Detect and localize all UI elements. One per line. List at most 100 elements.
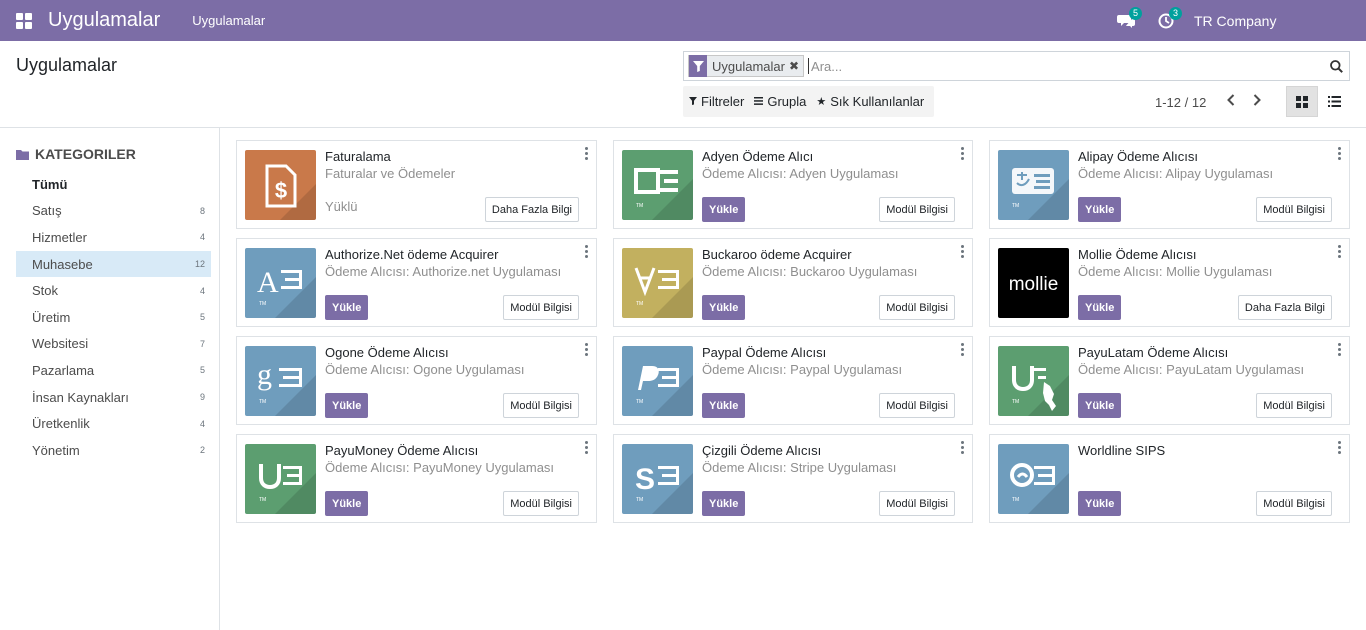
search-facet[interactable]: Uygulamalar ✖ — [688, 55, 805, 77]
app-card-invoicing[interactable]: $ Faturalama Faturalar ve Ödemeler Yüklü… — [236, 140, 597, 229]
learn-more-button[interactable]: Daha Fazla Bilgi — [484, 197, 579, 222]
module-info-button[interactable]: Modül Bilgisi — [503, 491, 579, 516]
install-button[interactable]: Yükle — [325, 393, 369, 418]
app-card-buckaroo[interactable]: TM Buckaroo ödeme Acquirer Ödeme Alıcısı… — [613, 238, 973, 327]
app-brand[interactable]: Uygulamalar — [48, 9, 160, 32]
more-options-icon[interactable] — [1335, 343, 1343, 356]
app-name: Ogone Ödeme Alıcısı — [325, 345, 449, 360]
ogone-icon: g TM — [245, 346, 316, 416]
pager-value[interactable]: 1-12 / 12 — [1155, 95, 1206, 110]
menu-item-apps[interactable]: Uygulamalar — [192, 13, 265, 28]
install-button[interactable]: Yükle — [1078, 295, 1122, 320]
sidebar-item-hr[interactable]: İnsan Kaynakları 9 — [16, 384, 211, 411]
pager-next-icon[interactable] — [1244, 93, 1270, 111]
install-button[interactable]: Yükle — [702, 295, 746, 320]
app-card-authorize[interactable]: A TM Authorize.Net ödeme Acquirer Ödeme A… — [236, 238, 597, 327]
install-button[interactable]: Yükle — [702, 393, 746, 418]
module-info-button[interactable]: Modül Bilgisi — [1256, 491, 1332, 516]
search-icon[interactable] — [1323, 59, 1349, 73]
svg-text:TM: TM — [636, 301, 643, 307]
top-navbar: Uygulamalar Uygulamalar 5 3 TR Company — [0, 0, 1366, 45]
app-card-payumoney[interactable]: TM PayuMoney Ödeme Alıcısı Ödeme Alıcısı… — [236, 434, 597, 523]
more-options-icon[interactable] — [958, 245, 966, 258]
more-options-icon[interactable] — [958, 147, 966, 160]
svg-text:TM: TM — [1012, 399, 1019, 405]
svg-text:$: $ — [275, 178, 287, 203]
app-card-worldline[interactable]: TM Worldline SIPS Yükle Modül Bilgisi — [989, 434, 1350, 523]
learn-more-button[interactable]: Daha Fazla Bilgi — [1237, 295, 1332, 320]
sidebar-item-label: İnsan Kaynakları — [32, 389, 129, 405]
app-card-alipay[interactable]: TM Alipay Ödeme Alıcısı Ödeme Alıcısı: A… — [989, 140, 1350, 229]
favorites-dropdown[interactable]: ★ Sık Kullanılanlar — [816, 94, 924, 109]
module-info-button[interactable]: Modül Bilgisi — [879, 491, 955, 516]
module-info-button[interactable]: Modül Bilgisi — [503, 393, 579, 418]
activities-button[interactable]: 3 — [1146, 0, 1186, 41]
more-options-icon[interactable] — [1335, 441, 1343, 454]
group-by-dropdown[interactable]: Grupla — [754, 94, 806, 109]
sidebar-item-manufacturing[interactable]: Üretim 5 — [16, 304, 211, 331]
sidebar-item-sales[interactable]: Satış 8 — [16, 198, 211, 225]
sidebar-item-website[interactable]: Websitesi 7 — [16, 331, 211, 358]
install-button[interactable]: Yükle — [702, 491, 746, 516]
install-button[interactable]: Yükle — [1078, 393, 1122, 418]
more-options-icon[interactable] — [582, 147, 590, 160]
app-card-mollie[interactable]: mollie Mollie Ödeme Alıcısı Ödeme Alıcıs… — [989, 238, 1350, 327]
mollie-logo: mollie — [998, 248, 1069, 318]
app-summary: Ödeme Alıcısı: PayuMoney Uygulaması — [325, 460, 555, 475]
more-options-icon[interactable] — [958, 343, 966, 356]
install-button[interactable]: Yükle — [325, 491, 369, 516]
facet-close-icon[interactable]: ✖ — [789, 59, 803, 73]
messages-button[interactable]: 5 — [1106, 0, 1146, 41]
sidebar-item-inventory[interactable]: Stok 4 — [16, 277, 211, 304]
install-button[interactable]: Yükle — [325, 295, 369, 320]
module-info-button[interactable]: Modül Bilgisi — [879, 295, 955, 320]
category-list: Tümü Satış 8 Hizmetler 4 Muhasebe 12 Stok 4 … — [16, 171, 211, 464]
installed-label: Yüklü — [325, 199, 358, 214]
kanban-view-button[interactable] — [1286, 86, 1318, 117]
sidebar-item-administration[interactable]: Yönetim 2 — [16, 437, 211, 464]
module-info-button[interactable]: Modül Bilgisi — [1256, 393, 1332, 418]
app-card-paypal[interactable]: TM Paypal Ödeme Alıcısı Ödeme Alıcısı: P… — [613, 336, 973, 425]
sidebar-item-all[interactable]: Tümü — [16, 171, 211, 198]
app-name: PayuMoney Ödeme Alıcısı — [325, 443, 479, 458]
pager-previous-icon[interactable] — [1218, 93, 1244, 111]
module-info-button[interactable]: Modül Bilgisi — [879, 393, 955, 418]
sidebar-item-marketing[interactable]: Pazarlama 5 — [16, 357, 211, 384]
sidebar-item-accounting[interactable]: Muhasebe 12 — [16, 250, 211, 278]
install-button[interactable]: Yükle — [702, 197, 746, 222]
sidebar-item-count: 4 — [199, 232, 205, 243]
app-card-payulatam[interactable]: TM PayuLatam Ödeme Alıcısı Ödeme Alıcısı… — [989, 336, 1350, 425]
module-info-button[interactable]: Modül Bilgisi — [503, 295, 579, 320]
more-options-icon[interactable] — [1335, 245, 1343, 258]
sidebar-item-productivity[interactable]: Üretkenlik 4 — [16, 410, 211, 437]
more-options-icon[interactable] — [582, 343, 590, 356]
install-button[interactable]: Yükle — [1078, 197, 1122, 222]
install-button[interactable]: Yükle — [1078, 491, 1122, 516]
sidebar-item-label: Websitesi — [32, 336, 89, 352]
app-card-ogone[interactable]: g TM Ogone Ödeme Alıcısı Ödeme Alıcısı: O… — [236, 336, 597, 425]
app-card-stripe[interactable]: S TM Çizgili Ödeme Alıcısı Ödeme Alıcısı:… — [613, 434, 973, 523]
list-view-button[interactable] — [1318, 86, 1350, 117]
svg-text:S: S — [635, 463, 655, 496]
app-summary: Ödeme Alıcısı: PayuLatam Uygulaması — [1078, 362, 1305, 377]
filters-dropdown[interactable]: Filtreler — [689, 94, 744, 109]
more-options-icon[interactable] — [1335, 147, 1343, 160]
search-input[interactable] — [808, 58, 1323, 74]
search-box[interactable]: Uygulamalar ✖ — [683, 51, 1350, 81]
filters-label: Filtreler — [701, 94, 745, 109]
sidebar-item-label: Yönetim — [32, 442, 80, 458]
sidebar-item-services[interactable]: Hizmetler 4 — [16, 224, 211, 251]
more-options-icon[interactable] — [958, 441, 966, 454]
module-info-button[interactable]: Modül Bilgisi — [879, 197, 955, 222]
more-options-icon[interactable] — [582, 245, 590, 258]
more-options-icon[interactable] — [582, 441, 590, 454]
company-switcher[interactable]: TR Company — [1186, 0, 1366, 45]
app-summary: Ödeme Alıcısı: Mollie Uygulaması — [1078, 264, 1273, 279]
sidebar-item-count: 5 — [199, 312, 205, 323]
facet-label: Uygulamalar — [712, 58, 785, 74]
sidebar-item-count: 4 — [199, 285, 205, 296]
app-card-adyen[interactable]: TM Adyen Ödeme Alıcı Ödeme Alıcısı: Adye… — [613, 140, 973, 229]
app-switcher-icon[interactable] — [0, 0, 48, 41]
module-info-button[interactable]: Modül Bilgisi — [1256, 197, 1332, 222]
sidebar-item-label: Pazarlama — [32, 362, 95, 378]
